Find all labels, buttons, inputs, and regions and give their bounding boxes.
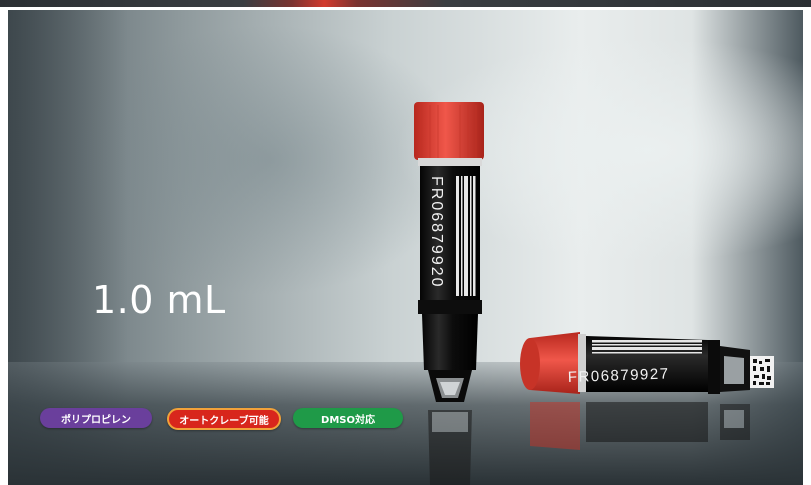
- badge-dmso-compatible: DMSO対応: [293, 408, 403, 428]
- upright-tube: FR06879920: [414, 102, 484, 402]
- badge-autoclavable: オートクレーブ可能: [167, 408, 281, 430]
- upright-tube-cap: [414, 102, 484, 160]
- lying-tube: FR06879927: [520, 332, 774, 394]
- upright-tube-reflection: [428, 410, 472, 485]
- previous-image-edge: [0, 0, 811, 7]
- product-image-frame: FR06879920 FR06879927 1.0 mL ポリプロピレン オート…: [0, 0, 811, 485]
- lying-tube-reflection: [530, 402, 750, 450]
- lying-tube-code: FR06879927: [568, 365, 670, 386]
- badge-polypropylene: ポリプロピレン: [40, 408, 152, 428]
- upright-tube-code: FR06879920: [428, 176, 445, 289]
- volume-label: 1.0 mL: [92, 278, 226, 322]
